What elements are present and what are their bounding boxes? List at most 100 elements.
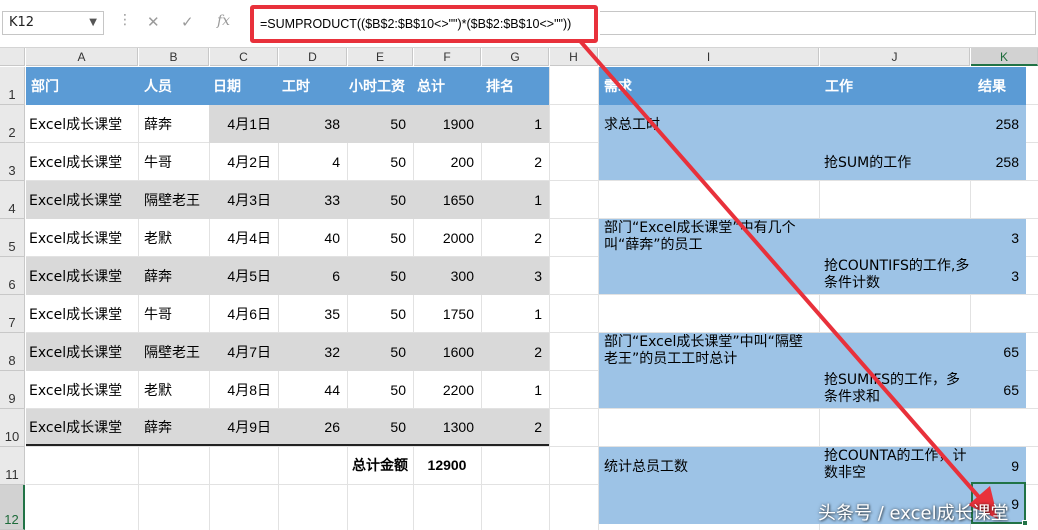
row-header-3[interactable]: 3 [0, 143, 25, 181]
cell-person[interactable]: 隔壁老王 [141, 333, 209, 371]
select-all-corner[interactable] [0, 48, 25, 66]
cell-date[interactable]: 4月3日 [209, 181, 278, 219]
cell-person[interactable]: 薛奔 [141, 105, 209, 143]
column-header-c[interactable]: C [210, 48, 278, 66]
cell-hours[interactable]: 32 [278, 333, 347, 371]
need-cell[interactable]: 统计总员工数 [601, 447, 819, 485]
enter-icon[interactable]: ✓ [181, 13, 194, 31]
cell-date[interactable]: 4月2日 [209, 143, 278, 181]
row-header-7[interactable]: 7 [0, 295, 25, 333]
formula-input[interactable]: =SUMPRODUCT(($B$2:$B$10<>"")*($B$2:$B$10… [250, 5, 598, 43]
row-header-2[interactable]: 2 [0, 105, 25, 143]
result-cell[interactable]: 3 [971, 257, 1026, 295]
row-header-10[interactable]: 10 [0, 409, 25, 447]
cell-department[interactable]: Excel成长课堂 [26, 257, 138, 295]
work-cell[interactable]: 抢COUNTA的工作，计数非空 [821, 448, 969, 484]
cancel-icon[interactable]: ✕ [147, 13, 160, 31]
cell-wage[interactable]: 50 [347, 181, 413, 219]
cell-department[interactable]: Excel成长课堂 [26, 409, 138, 445]
cell-hours[interactable]: 38 [278, 105, 347, 143]
result-cell[interactable]: 258 [971, 143, 1026, 181]
cell-wage[interactable]: 50 [347, 295, 413, 333]
cell-rank[interactable]: 2 [481, 219, 549, 257]
cell-person[interactable]: 薛奔 [141, 409, 209, 445]
cell-hours[interactable]: 33 [278, 181, 347, 219]
cell-date[interactable]: 4月1日 [209, 105, 278, 143]
cell-wage[interactable]: 50 [347, 333, 413, 371]
cell-date[interactable]: 4月4日 [209, 219, 278, 257]
cell-wage[interactable]: 50 [347, 409, 413, 445]
cell-wage[interactable]: 50 [347, 105, 413, 143]
cell-date[interactable]: 4月9日 [209, 409, 278, 445]
cell-department[interactable]: Excel成长课堂 [26, 295, 138, 333]
column-header-a[interactable]: A [26, 48, 138, 66]
cell-hours[interactable]: 44 [278, 371, 347, 409]
cell-total[interactable]: 1650 [413, 181, 481, 219]
column-header-h[interactable]: H [550, 48, 598, 66]
cell-rank[interactable]: 2 [481, 409, 549, 445]
cell-date[interactable]: 4月5日 [209, 257, 278, 295]
result-cell[interactable]: 258 [971, 105, 1026, 143]
need-cell[interactable]: 求总工时 [601, 105, 819, 143]
row-header-6[interactable]: 6 [0, 257, 25, 295]
column-header-b[interactable]: B [139, 48, 209, 66]
cell-date[interactable]: 4月7日 [209, 333, 278, 371]
formula-input-extension[interactable] [600, 11, 1036, 35]
cell-wage[interactable]: 50 [347, 257, 413, 295]
result-cell[interactable]: 3 [971, 219, 1026, 257]
cell-total[interactable]: 300 [413, 257, 481, 295]
cell-person[interactable]: 老默 [141, 219, 209, 257]
column-header-i[interactable]: I [599, 48, 819, 66]
row-header-12[interactable]: 12 [0, 485, 25, 530]
cell-rank[interactable]: 2 [481, 143, 549, 181]
cell-wage[interactable]: 50 [347, 371, 413, 409]
row-header-9[interactable]: 9 [0, 371, 25, 409]
cell-department[interactable]: Excel成长课堂 [26, 371, 138, 409]
total-amount-label[interactable]: 总计金额 [347, 446, 413, 484]
cell-total[interactable]: 200 [413, 143, 481, 181]
row-header-1[interactable]: 1 [0, 67, 25, 105]
cell-person[interactable]: 牛哥 [141, 295, 209, 333]
cell-rank[interactable]: 2 [481, 333, 549, 371]
cell-wage[interactable]: 50 [347, 219, 413, 257]
cell-total[interactable]: 1750 [413, 295, 481, 333]
cell-person[interactable]: 薛奔 [141, 257, 209, 295]
need-cell[interactable]: 部门“Excel成长课堂”中叫“隔壁老王”的员工工时总计 [601, 334, 813, 372]
row-header-4[interactable]: 4 [0, 181, 25, 219]
row-header-8[interactable]: 8 [0, 333, 25, 371]
column-header-d[interactable]: D [279, 48, 347, 66]
cell-total[interactable]: 1600 [413, 333, 481, 371]
cell-department[interactable]: Excel成长课堂 [26, 181, 138, 219]
cell-hours[interactable]: 6 [278, 257, 347, 295]
cell-rank[interactable]: 1 [481, 181, 549, 219]
cell-department[interactable]: Excel成长课堂 [26, 219, 138, 257]
column-header-e[interactable]: E [348, 48, 413, 66]
cell-total[interactable]: 1300 [413, 409, 481, 445]
cell-rank[interactable]: 3 [481, 257, 549, 295]
total-amount-value[interactable]: 12900 [413, 446, 481, 484]
result-cell[interactable]: 65 [971, 333, 1026, 371]
cell-rank[interactable]: 1 [481, 295, 549, 333]
cell-person[interactable]: 牛哥 [141, 143, 209, 181]
cell-person[interactable]: 老默 [141, 371, 209, 409]
fill-handle[interactable] [1022, 520, 1028, 526]
cell-rank[interactable]: 1 [481, 371, 549, 409]
cell-department[interactable]: Excel成长课堂 [26, 105, 138, 143]
cell-hours[interactable]: 35 [278, 295, 347, 333]
cell-department[interactable]: Excel成长课堂 [26, 333, 138, 371]
name-box[interactable]: K12 ▼ [2, 11, 104, 35]
chevron-down-icon[interactable]: ▼ [89, 12, 97, 34]
cell-hours[interactable]: 26 [278, 409, 347, 445]
cell-hours[interactable]: 4 [278, 143, 347, 181]
column-header-k[interactable]: K [971, 48, 1038, 66]
cell-total[interactable]: 2200 [413, 371, 481, 409]
work-cell[interactable]: 抢SUMIFS的工作，多条件求和 [821, 372, 969, 408]
work-cell[interactable]: 抢COUNTIFS的工作,多条件计数 [821, 258, 971, 294]
cell-total[interactable]: 2000 [413, 219, 481, 257]
row-header-5[interactable]: 5 [0, 219, 25, 257]
work-cell[interactable]: 抢SUM的工作 [821, 143, 971, 181]
cell-rank[interactable]: 1 [481, 105, 549, 143]
cell-date[interactable]: 4月6日 [209, 295, 278, 333]
insert-function-icon[interactable]: fx [217, 13, 230, 29]
cell-date[interactable]: 4月8日 [209, 371, 278, 409]
